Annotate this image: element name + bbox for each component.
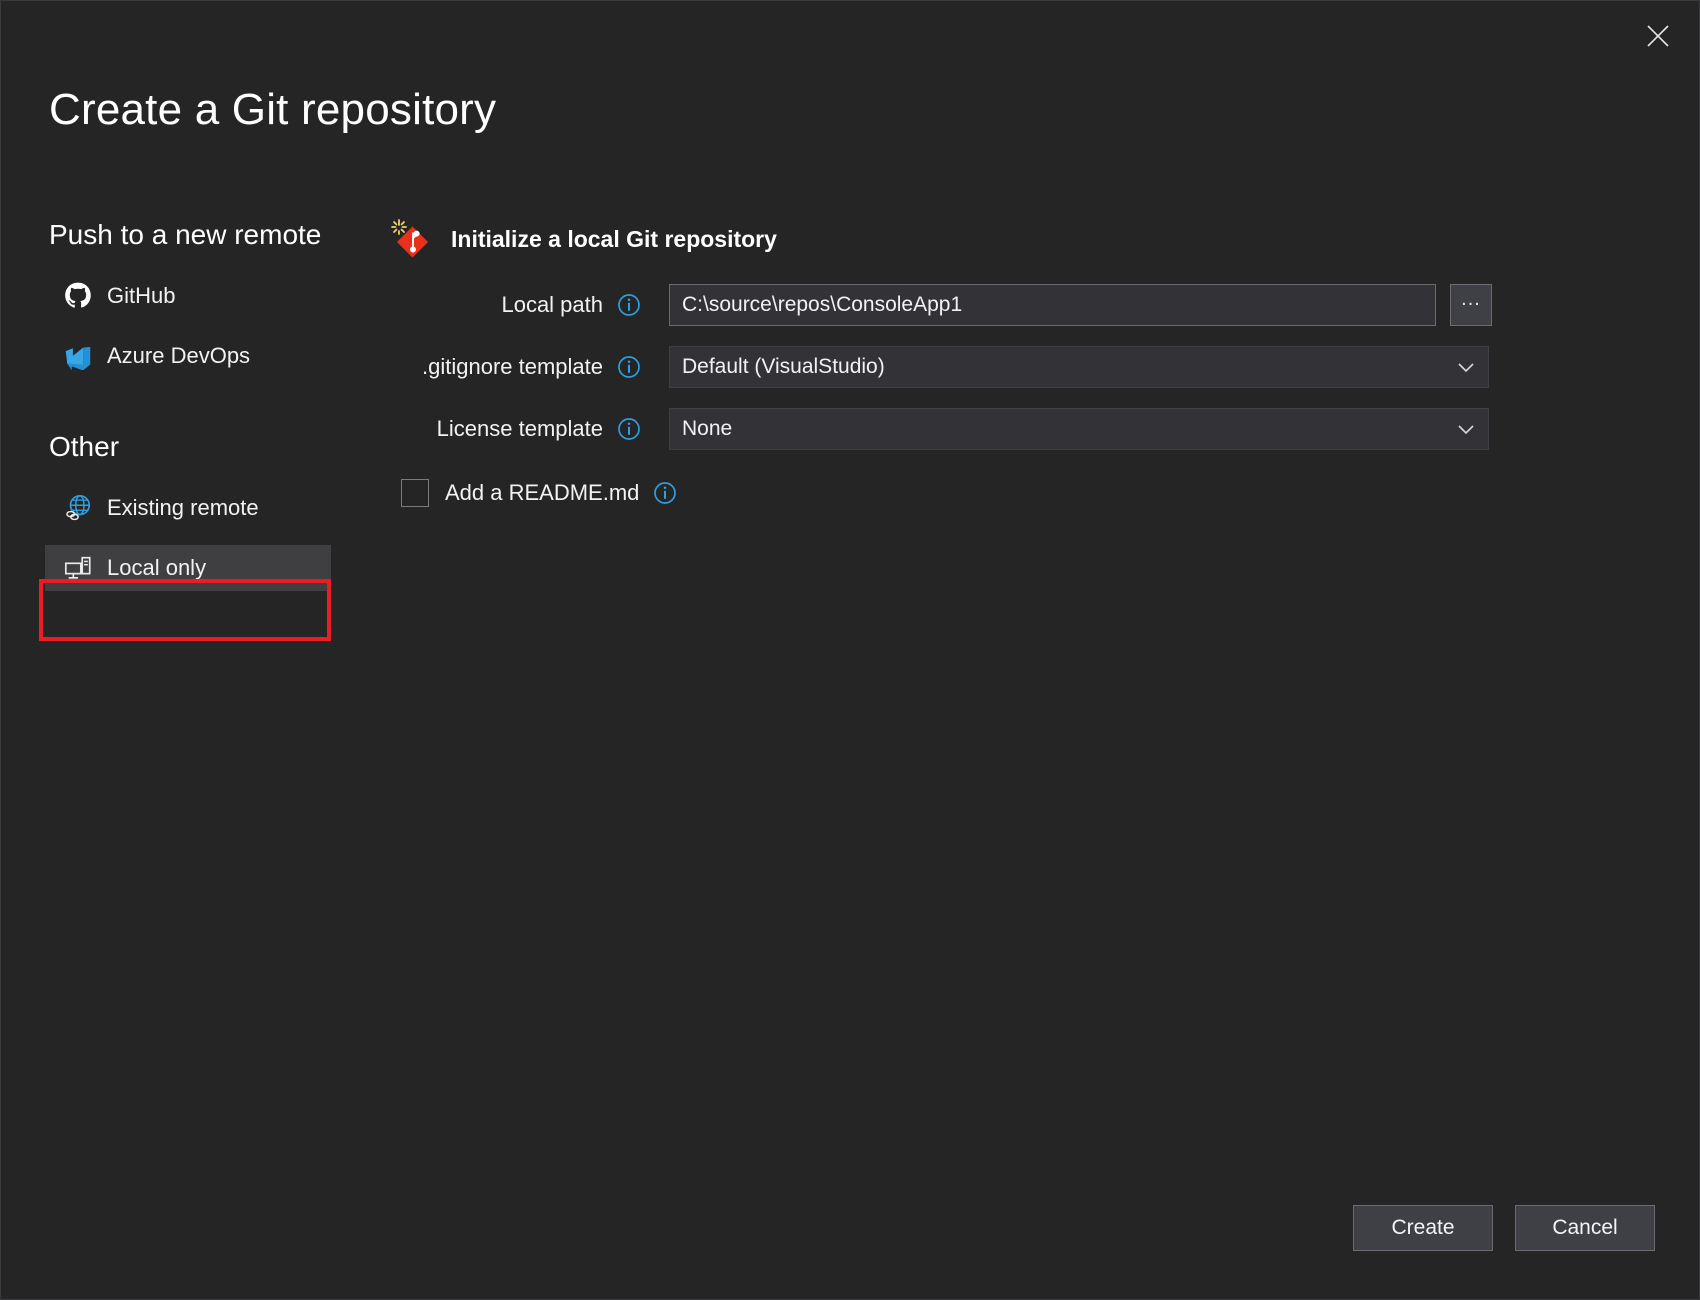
gitignore-label-wrap: .gitignore template bbox=[389, 354, 669, 380]
sidebar-item-label: Azure DevOps bbox=[107, 343, 250, 369]
local-path-label: Local path bbox=[501, 292, 603, 318]
sidebar-item-github[interactable]: GitHub bbox=[45, 273, 345, 319]
initialize-repository-panel: Initialize a local Git repository Local … bbox=[389, 217, 1659, 507]
local-path-row: Local path C:\source\repos\ConsoleApp1 .… bbox=[389, 283, 1659, 327]
sidebar-item-label: GitHub bbox=[107, 283, 175, 309]
cancel-button[interactable]: Cancel bbox=[1515, 1205, 1655, 1251]
info-icon[interactable] bbox=[617, 293, 641, 317]
panel-title: Initialize a local Git repository bbox=[451, 226, 777, 253]
sidebar-item-label: Local only bbox=[107, 555, 206, 581]
add-readme-checkbox[interactable] bbox=[401, 479, 429, 507]
info-icon[interactable] bbox=[617, 417, 641, 441]
info-icon[interactable] bbox=[617, 355, 641, 379]
github-icon bbox=[63, 281, 93, 311]
add-readme-label[interactable]: Add a README.md bbox=[445, 480, 639, 506]
sidebar-item-label: Existing remote bbox=[107, 495, 259, 521]
chevron-down-icon bbox=[1458, 355, 1474, 379]
license-label-wrap: License template bbox=[389, 416, 669, 442]
sidebar-item-azure-devops[interactable]: Azure DevOps bbox=[45, 333, 345, 379]
create-git-repository-dialog: Create a Git repository Push to a new re… bbox=[0, 0, 1700, 1300]
sidebar-item-existing-remote[interactable]: Existing remote bbox=[45, 485, 345, 531]
local-path-label-wrap: Local path bbox=[389, 292, 669, 318]
license-template-row: License template None bbox=[389, 407, 1659, 451]
git-repository-icon bbox=[389, 218, 431, 260]
azure-devops-icon bbox=[63, 341, 93, 371]
sidebar: Push to a new remote GitHub Azure DevOps… bbox=[45, 219, 345, 605]
gitignore-template-row: .gitignore template Default (VisualStudi… bbox=[389, 345, 1659, 389]
close-icon bbox=[1645, 23, 1671, 49]
globe-link-icon bbox=[63, 493, 93, 523]
local-computer-icon bbox=[63, 553, 93, 583]
license-template-label: License template bbox=[437, 416, 603, 442]
gitignore-template-value: Default (VisualStudio) bbox=[682, 355, 885, 379]
browse-button[interactable]: ... bbox=[1450, 284, 1492, 326]
panel-heading: Initialize a local Git repository bbox=[389, 217, 1659, 261]
gitignore-template-label: .gitignore template bbox=[422, 354, 603, 380]
close-button[interactable] bbox=[1627, 7, 1689, 65]
sidebar-group-title-remote: Push to a new remote bbox=[49, 219, 345, 251]
license-template-select[interactable]: None bbox=[669, 408, 1489, 450]
sidebar-group-title-other: Other bbox=[49, 431, 345, 463]
license-template-value: None bbox=[682, 417, 732, 441]
gitignore-template-select[interactable]: Default (VisualStudio) bbox=[669, 346, 1489, 388]
info-icon[interactable] bbox=[653, 481, 677, 505]
create-button[interactable]: Create bbox=[1353, 1205, 1493, 1251]
readme-row: Add a README.md bbox=[389, 479, 1659, 507]
sidebar-item-local-only[interactable]: Local only bbox=[45, 545, 331, 591]
dialog-footer: Create Cancel bbox=[1353, 1205, 1655, 1251]
chevron-down-icon bbox=[1458, 417, 1474, 441]
local-path-input[interactable]: C:\source\repos\ConsoleApp1 bbox=[669, 284, 1436, 326]
page-title: Create a Git repository bbox=[49, 85, 496, 135]
